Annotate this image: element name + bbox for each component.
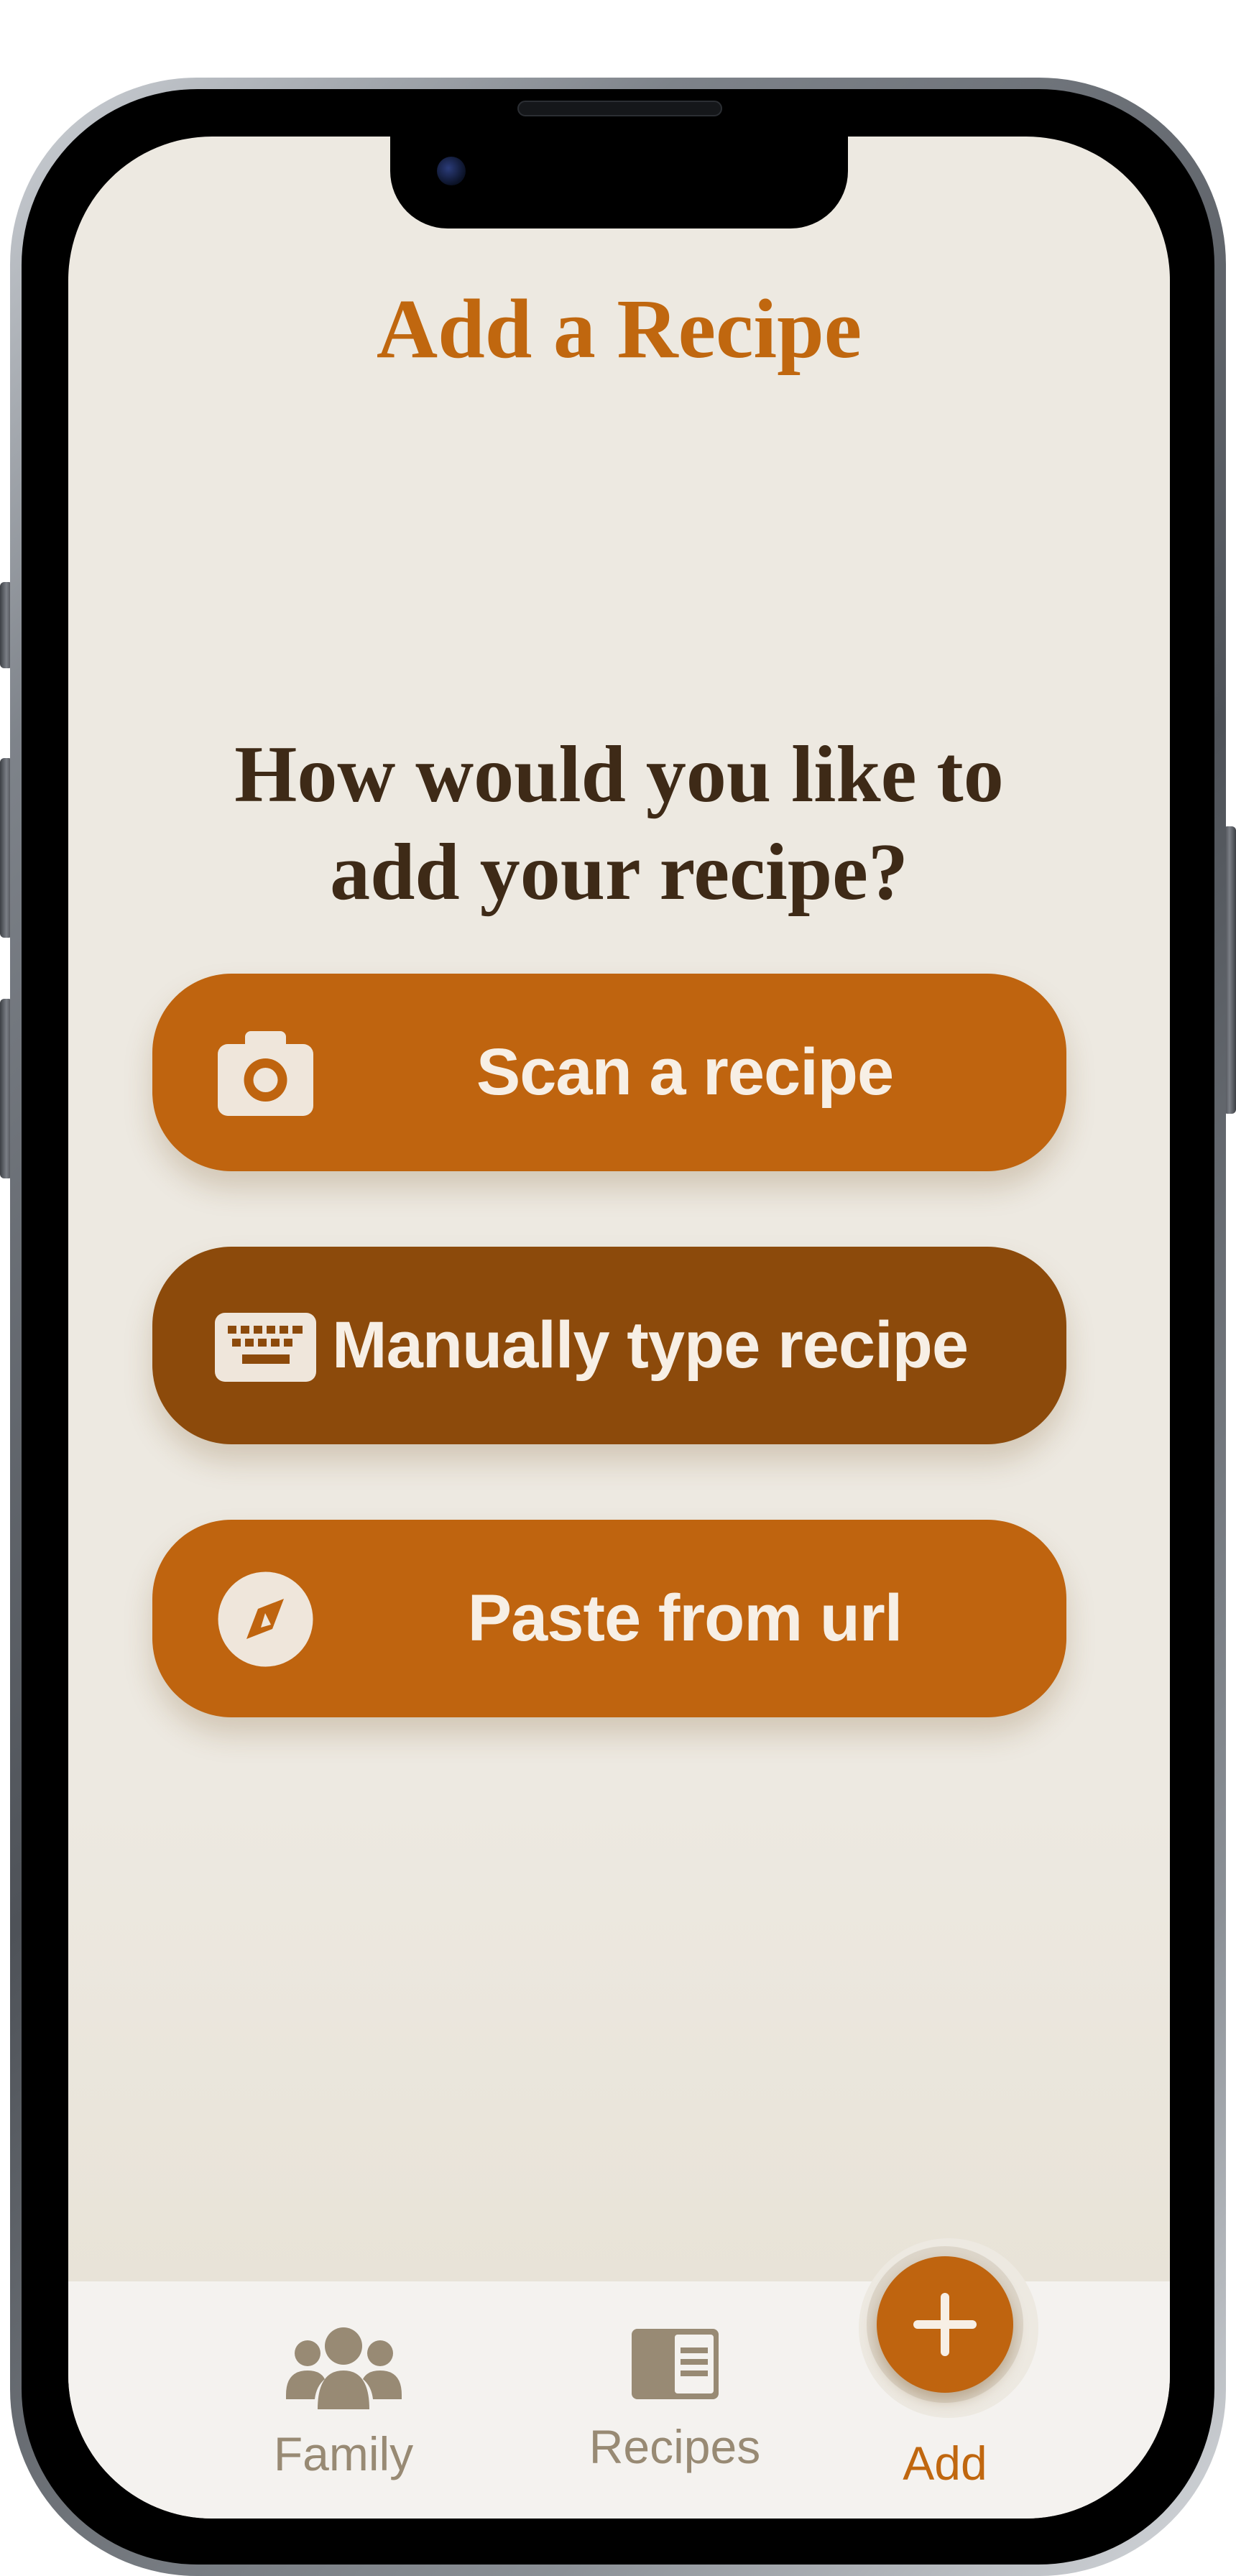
keyboard-icon xyxy=(215,1313,316,1382)
camera-icon xyxy=(218,1031,313,1116)
notch xyxy=(390,137,848,228)
tab-recipes[interactable]: Recipes xyxy=(567,2325,783,2474)
tab-family[interactable]: Family xyxy=(236,2325,451,2481)
paste-from-url-button[interactable]: Paste from url xyxy=(152,1520,1066,1717)
tab-family-label: Family xyxy=(273,2427,414,2480)
compass-icon xyxy=(218,1571,313,1667)
earpiece-speaker xyxy=(517,101,722,116)
page-title: Add a Recipe xyxy=(376,282,862,376)
manual-type-recipe-button[interactable]: Manually type recipe xyxy=(152,1247,1066,1444)
tab-recipes-label: Recipes xyxy=(589,2420,761,2473)
app-screen: Add a Recipe How would you like to add y… xyxy=(68,137,1170,2519)
scan-recipe-label: Scan a recipe xyxy=(476,1035,894,1109)
add-tab-button[interactable] xyxy=(877,2256,1013,2393)
add-method-question: How would you like to add your recipe? xyxy=(234,730,1004,917)
tab-add-label: Add xyxy=(903,2437,987,2490)
family-icon xyxy=(285,2327,402,2409)
device-mockup: Add a Recipe How would you like to add y… xyxy=(0,0,1236,2576)
scan-recipe-button[interactable]: Scan a recipe xyxy=(152,974,1066,1171)
front-camera xyxy=(437,157,466,185)
recipe-book-icon xyxy=(631,2329,719,2399)
plus-icon xyxy=(913,2293,977,2356)
manual-type-recipe-label: Manually type recipe xyxy=(332,1308,969,1382)
paste-from-url-label: Paste from url xyxy=(467,1582,903,1655)
